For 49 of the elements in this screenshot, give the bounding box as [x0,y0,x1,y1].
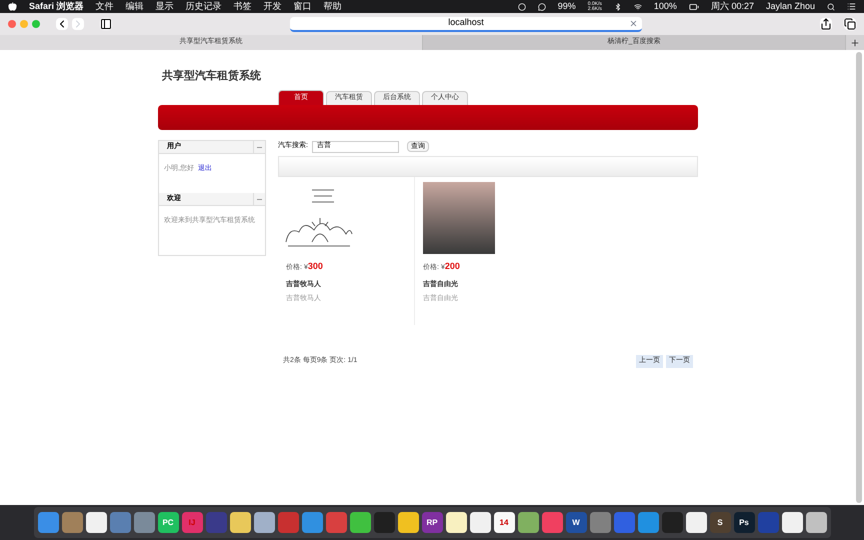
clear-icon[interactable] [629,18,638,28]
collapse-button[interactable] [253,193,265,205]
battery-icon[interactable] [688,2,699,12]
menu-item[interactable]: 窗口 [294,0,312,14]
menu-item[interactable]: 文件 [96,0,114,14]
new-tab-icon[interactable] [850,38,860,48]
dock-app-icon[interactable] [446,512,466,533]
menu-item[interactable]: 历史记录 [186,0,222,14]
dock-app-icon[interactable]: W [566,512,586,533]
dock-app-icon[interactable] [398,512,418,533]
tabs-icon[interactable] [844,18,856,30]
menu-item[interactable]: 帮助 [324,0,342,14]
collapse-button[interactable] [253,141,265,153]
menu-item[interactable]: 书签 [234,0,252,14]
apple-icon[interactable] [8,2,17,11]
menu-item[interactable]: 开发 [264,0,282,14]
dock-app-icon[interactable] [782,512,802,533]
site-title: 共享型汽车租赁系统 [162,68,262,84]
chat-icon[interactable] [538,2,546,10]
dock-app-icon[interactable] [470,512,490,533]
wifi-icon[interactable] [634,2,642,10]
address-field[interactable]: localhost [290,16,642,32]
dock-app-icon[interactable]: RP [422,512,442,533]
dock-app-icon[interactable] [806,512,826,533]
menu-icon[interactable] [847,2,856,11]
dock-app-icon[interactable]: 14 [494,512,514,533]
dock-app-icon[interactable] [86,512,106,533]
back-icon[interactable] [56,18,68,30]
app-menu[interactable]: Safari 浏览器 [29,0,84,14]
dock-app-icon[interactable] [254,512,274,533]
dock-app-icon[interactable] [230,512,250,533]
user-name[interactable]: Jaylan Zhou [766,0,815,14]
photo-placeholder [423,182,495,254]
dock-app-icon[interactable] [350,512,370,533]
menu-item[interactable]: 编辑 [126,0,144,14]
dock-app-icon[interactable] [686,512,706,533]
dock-app-icon[interactable]: Ps [734,512,754,533]
scrollbar[interactable] [856,52,862,503]
share-icon[interactable] [820,18,832,30]
bluetooth-icon[interactable] [614,2,622,10]
record-icon[interactable] [518,2,526,10]
dock-app-icon[interactable] [518,512,538,533]
sidebar-icon[interactable] [100,18,112,30]
clock: 周六 00:27 [710,0,754,13]
battery-reading: 100% [654,0,677,13]
cpu-reading: 99% [558,0,576,13]
search-icon[interactable] [827,2,835,10]
dock-app-icon[interactable]: S [710,512,730,533]
menu-item[interactable]: 显示 [156,0,174,14]
